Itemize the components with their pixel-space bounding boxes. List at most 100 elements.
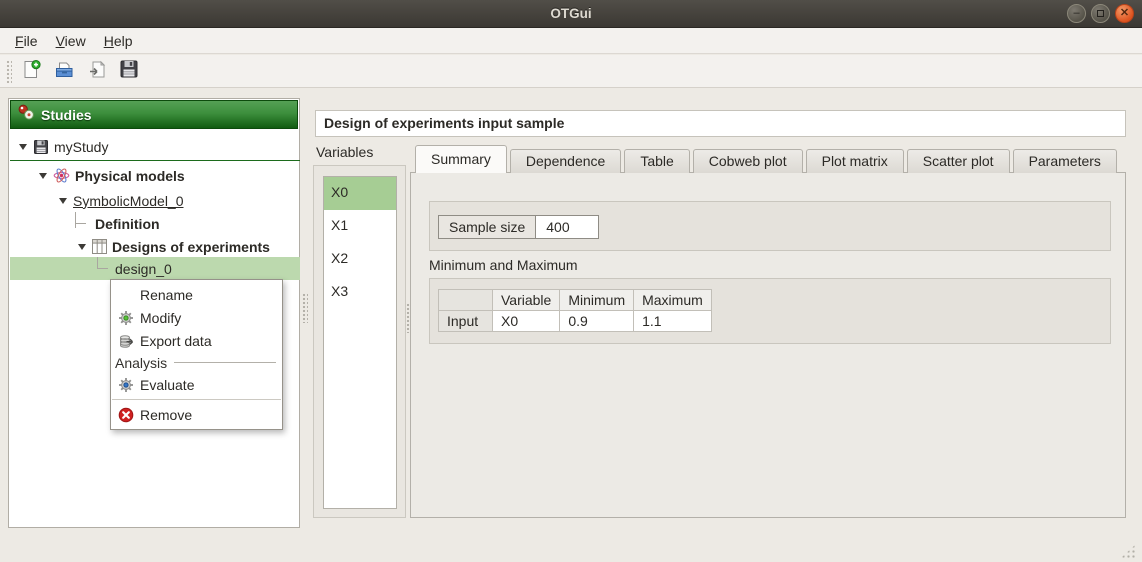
tree-item-label: Designs of experiments <box>112 239 270 255</box>
tab-parameters[interactable]: Parameters <box>1013 149 1117 173</box>
studies-icon <box>18 104 35 126</box>
open-study-button[interactable] <box>49 58 79 85</box>
corner-cell <box>439 290 493 311</box>
menu-item-label: Evaluate <box>140 377 194 393</box>
context-menu-item-export-data[interactable]: Export data <box>111 329 282 352</box>
remove-icon <box>117 406 134 423</box>
sample-size-value: 400 <box>536 216 598 238</box>
variable-item-x3[interactable]: X3 <box>324 276 396 309</box>
window-controls: – ✕ <box>1067 4 1134 23</box>
variable-item-x2[interactable]: X2 <box>324 243 396 276</box>
maximize-icon <box>1097 10 1104 17</box>
menu-file[interactable]: File <box>6 30 47 52</box>
tree-item-label: myStudy <box>54 139 108 155</box>
context-menu: Rename Modify <box>110 279 283 430</box>
cell-maximum: 1.1 <box>634 311 712 332</box>
menubar: File View Help <box>0 28 1142 54</box>
expand-arrow-icon[interactable] <box>78 244 86 250</box>
menu-help[interactable]: Help <box>95 30 142 52</box>
variable-item-x1[interactable]: X1 <box>324 210 396 243</box>
studies-panel-header: Studies <box>10 100 298 129</box>
minmax-title: Minimum and Maximum <box>429 257 578 273</box>
atom-icon <box>53 167 70 184</box>
tab-plot-matrix[interactable]: Plot matrix <box>806 149 904 173</box>
tree-item-definition[interactable]: Definition <box>95 212 160 235</box>
column-header-variable: Variable <box>493 290 560 311</box>
gear-blue-icon <box>117 376 134 393</box>
tab-table[interactable]: Table <box>624 149 689 173</box>
maximize-button[interactable] <box>1091 4 1110 23</box>
save-study-icon <box>119 59 139 84</box>
toolbar <box>0 55 1142 88</box>
context-menu-item-rename[interactable]: Rename <box>111 283 282 306</box>
splitter-handle-left[interactable] <box>302 293 308 323</box>
toolbar-drag-handle[interactable] <box>6 60 12 83</box>
variables-panel: X0 X1 X2 X3 <box>313 165 406 518</box>
tab-scatter-plot[interactable]: Scatter plot <box>907 149 1010 173</box>
tabbar: Summary Dependence Table Cobweb plot Plo… <box>415 145 1117 173</box>
doe-title-box: Design of experiments input sample <box>315 110 1126 137</box>
variables-list: X0 X1 X2 X3 <box>323 176 397 509</box>
tree-item-design-0[interactable]: design_0 <box>10 257 300 280</box>
section-label: Analysis <box>115 355 167 371</box>
column-header-maximum: Maximum <box>634 290 712 311</box>
import-script-button[interactable] <box>82 58 112 85</box>
expand-arrow-icon[interactable] <box>39 173 47 179</box>
new-study-button[interactable] <box>16 58 46 85</box>
otgui-window: OTGui – ✕ File View Help <box>0 0 1142 562</box>
minmax-header-row: Variable Minimum Maximum <box>439 290 712 311</box>
table-grid-icon <box>92 239 107 254</box>
tree-item-label: Definition <box>95 216 160 232</box>
tab-summary[interactable]: Summary <box>415 145 507 173</box>
menu-item-label: Export data <box>140 333 212 349</box>
new-study-icon <box>21 59 42 85</box>
tree-item-symbolicmodel-0[interactable]: SymbolicModel_0 <box>59 189 184 212</box>
studies-header-label: Studies <box>41 107 92 123</box>
tree-item-label: design_0 <box>115 261 172 277</box>
page-title: Design of experiments input sample <box>324 115 564 131</box>
menu-separator <box>112 399 281 400</box>
column-header-minimum: Minimum <box>560 290 634 311</box>
import-script-icon <box>87 59 108 85</box>
sample-size-groupbox: Sample size 400 <box>429 201 1111 251</box>
expand-arrow-icon[interactable] <box>59 198 67 204</box>
row-header-input: Input <box>439 311 493 332</box>
tree-item-label: Physical models <box>75 168 185 184</box>
expand-arrow-icon[interactable] <box>19 144 27 150</box>
tab-cobweb-plot[interactable]: Cobweb plot <box>693 149 803 173</box>
variable-item-x0[interactable]: X0 <box>324 177 396 210</box>
save-study-button[interactable] <box>114 58 144 85</box>
cell-minimum: 0.9 <box>560 311 634 332</box>
minimize-button[interactable]: – <box>1067 4 1086 23</box>
tree-item-mystudy[interactable]: myStudy <box>19 135 108 158</box>
context-menu-item-evaluate[interactable]: Evaluate <box>111 373 282 396</box>
minimize-icon: – <box>1073 8 1079 19</box>
menu-item-label: Remove <box>140 407 192 423</box>
menu-view[interactable]: View <box>47 30 95 52</box>
empty-icon-slot <box>117 286 134 303</box>
tree-item-designs-of-experiments[interactable]: Designs of experiments <box>78 235 270 258</box>
context-menu-item-modify[interactable]: Modify <box>111 306 282 329</box>
tree-connector <box>97 257 111 271</box>
cell-variable: X0 <box>493 311 560 332</box>
gear-green-icon <box>117 309 134 326</box>
export-data-icon <box>117 332 134 349</box>
minmax-table: Variable Minimum Maximum Input X0 0.9 1.… <box>438 289 712 332</box>
open-study-icon <box>54 59 75 85</box>
tree-item-physical-models[interactable]: Physical models <box>39 164 185 187</box>
minmax-groupbox: Variable Minimum Maximum Input X0 0.9 1.… <box>429 278 1111 344</box>
tree-connector <box>75 212 89 232</box>
minmax-data-row: Input X0 0.9 1.1 <box>439 311 712 332</box>
section-line <box>174 362 276 363</box>
tab-dependence[interactable]: Dependence <box>510 149 621 173</box>
summary-tab-panel: Sample size 400 Minimum and Maximum Vari… <box>410 172 1126 518</box>
close-button[interactable]: ✕ <box>1115 4 1134 23</box>
tree-item-label: SymbolicModel_0 <box>73 193 184 209</box>
context-menu-section-analysis: Analysis <box>111 352 282 373</box>
titlebar[interactable]: OTGui – ✕ <box>0 0 1142 28</box>
context-menu-item-remove[interactable]: Remove <box>111 403 282 426</box>
menu-item-label: Rename <box>140 287 193 303</box>
variables-label: Variables <box>316 144 373 160</box>
menu-item-label: Modify <box>140 310 181 326</box>
window-resize-grip[interactable] <box>1121 544 1136 558</box>
